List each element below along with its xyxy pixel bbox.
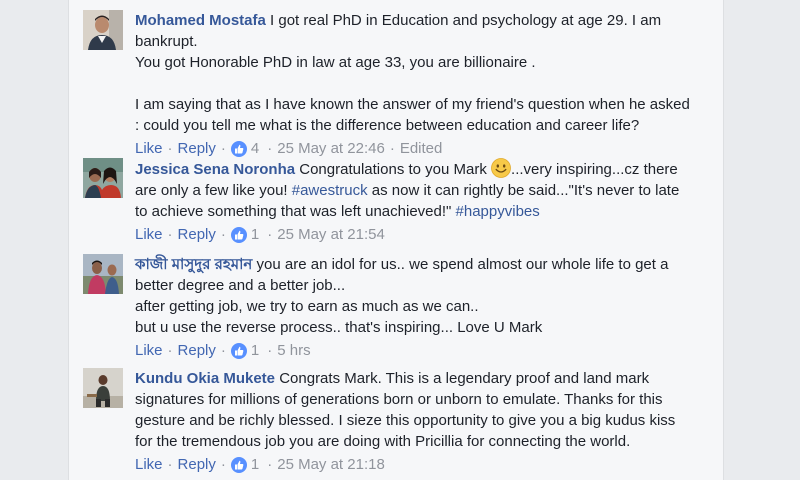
separator: · [220,342,226,359]
separator: · [267,140,273,157]
comment-text: after getting job, we try to earn as muc… [135,298,479,315]
like-button[interactable]: Like [135,341,163,361]
comment-text: to achieve something that was left unach… [135,203,452,220]
comment-body: Jessica Sena Noronha Congratulations to … [135,158,705,222]
comment-body: কাজী মাসুদুর রহমান you are an idol for u… [135,254,705,338]
avatar-image [83,10,123,50]
comment-text: bankrupt. [135,33,198,50]
separator: · [267,342,273,359]
like-reaction-icon[interactable] [230,343,247,359]
comment-body: Kundu Okia Mukete Congrats Mark. This is… [135,368,705,452]
comment-text: are only a few like you! [135,182,288,199]
reaction-count[interactable]: 1 [251,341,259,361]
avatar[interactable] [83,158,123,198]
comment-text: ...very inspiring...cz there [511,161,678,178]
like-reaction-icon[interactable] [230,227,247,243]
separator: · [220,456,226,473]
timestamp[interactable]: 25 May at 21:18 [277,455,385,475]
separator: · [267,226,273,243]
separator: · [167,226,173,243]
comment-text: better degree and a better job... [135,277,346,294]
like-button[interactable]: Like [135,225,163,245]
reaction-count[interactable]: 1 [251,225,259,245]
author-name[interactable]: Jessica Sena Noronha [135,161,295,178]
like-button[interactable]: Like [135,139,163,159]
comment-actions: Like · Reply · 1 · 25 May at 21:18 [135,455,705,475]
avatar[interactable] [83,368,123,408]
edited-label[interactable]: Edited [400,139,443,159]
hashtag-link[interactable]: #happyvibes [456,203,540,220]
separator: · [167,342,173,359]
comment-text: you are an idol for us.. we spend almost… [256,256,669,273]
comment-text: gesture and be richly blessed. I sieze t… [135,412,676,429]
reply-button[interactable]: Reply [178,455,216,475]
comment-actions: Like · Reply · 1 · 5 hrs [135,341,705,361]
reply-button[interactable]: Reply [178,225,216,245]
hashtag-link[interactable]: #awestruck [292,182,368,199]
author-name[interactable]: Kundu Okia Mukete [135,370,275,387]
like-reaction-icon[interactable] [230,457,247,473]
like-reaction-icon[interactable] [230,141,247,157]
comment-text: I got real PhD in Education and psycholo… [270,12,662,29]
timestamp[interactable]: 25 May at 21:54 [277,225,385,245]
comment-text: : could you tell me what is the differen… [135,117,640,134]
reaction-count[interactable]: 1 [251,455,259,475]
comments-panel: Mohamed Mostafa I got real PhD in Educat… [68,0,724,480]
avatar-image [83,254,123,294]
comment-actions: Like · Reply · 4 · 25 May at 22:46 · Edi… [135,139,705,159]
comment-body: Mohamed Mostafa I got real PhD in Educat… [135,10,705,136]
separator: · [220,226,226,243]
separator: · [389,140,395,157]
avatar-image [83,158,123,198]
comment-text: but u use the reverse process.. that's i… [135,319,543,336]
like-button[interactable]: Like [135,455,163,475]
separator: · [167,456,173,473]
author-name[interactable]: Mohamed Mostafa [135,12,266,29]
timestamp[interactable]: 5 hrs [277,341,310,361]
comment-text: You got Honorable PhD in law at age 33, … [135,54,536,71]
avatar[interactable] [83,10,123,50]
reply-button[interactable]: Reply [178,341,216,361]
separator: · [267,456,273,473]
comment-text: signatures for millions of generations b… [135,391,663,408]
avatar[interactable] [83,254,123,294]
comment-text: I am saying that as I have known the ans… [135,96,690,113]
reaction-count[interactable]: 4 [251,139,259,159]
separator: · [167,140,173,157]
comment-text: Congrats Mark. This is a legendary proof… [279,370,650,387]
comment-actions: Like · Reply · 1 · 25 May at 21:54 [135,225,705,245]
avatar-image [83,368,123,408]
comment-text: as now it can rightly be said..."It's ne… [371,182,680,199]
separator: · [220,140,226,157]
smile-emoji-icon [491,158,511,178]
timestamp[interactable]: 25 May at 22:46 [277,139,385,159]
author-name[interactable]: কাজী মাসুদুর রহমান [135,256,252,273]
reply-button[interactable]: Reply [178,139,216,159]
comment-text: Congratulations to you Mark [299,161,487,178]
comment-text: for the tremendous job you are doing wit… [135,433,631,450]
